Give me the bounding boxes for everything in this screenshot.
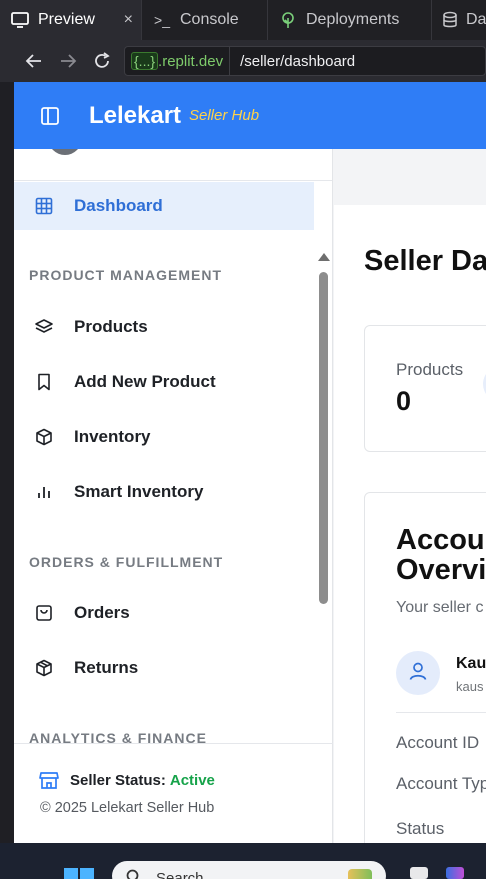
products-stat-card[interactable]: Products 0 — [364, 325, 486, 452]
status-label: Seller Status: — [70, 771, 166, 789]
reload-icon — [95, 52, 110, 68]
grid-icon — [34, 196, 54, 216]
widget-icon[interactable] — [348, 869, 372, 879]
arrow-left-icon — [25, 54, 41, 68]
address-bar: {...} .replit.dev /seller/dashboard — [0, 40, 486, 82]
os-taskbar: Search — [0, 843, 486, 879]
tab-label: Da — [466, 11, 486, 28]
arrow-right-icon — [61, 54, 77, 68]
browser-tab-bar: Preview × >_ Console Deployments Da — [0, 0, 486, 40]
card-heading-line: Overvie — [396, 554, 486, 586]
user-icon — [407, 660, 429, 687]
search-placeholder: Search — [156, 870, 204, 879]
back-button[interactable] — [17, 44, 51, 78]
replit-braces-icon: {...} — [131, 52, 159, 70]
sidebar-item-dashboard[interactable]: Dashboard — [14, 182, 314, 230]
bookmark-icon — [34, 372, 54, 392]
tab-preview[interactable]: Preview × — [0, 0, 142, 40]
url-path[interactable]: /seller/dashboard — [240, 53, 355, 70]
forward-button[interactable] — [51, 44, 85, 78]
tab-database[interactable]: Da — [432, 0, 486, 40]
taskbar-search[interactable]: Search — [112, 861, 386, 879]
page-viewport: Lelekart Seller Hub Dashboard PRODUCT MA… — [14, 82, 486, 843]
status-label: Status — [396, 819, 445, 838]
scroll-up-arrow-icon[interactable] — [318, 253, 330, 261]
tab-label: Deployments — [306, 11, 400, 28]
sidebar-toggle-icon[interactable] — [40, 106, 60, 126]
sidebar-item-label: Products — [74, 317, 148, 336]
bar-chart-icon — [34, 482, 54, 502]
console-icon: >_ — [154, 12, 170, 28]
stat-label: Products — [396, 360, 464, 379]
sidebar-item-returns[interactable]: Returns — [14, 644, 314, 692]
card-description: Your seller c status — [396, 599, 486, 616]
preview-icon — [10, 10, 30, 30]
account-id-label: Account ID — [396, 733, 480, 752]
sidebar: Dashboard PRODUCT MANAGEMENT Products Ad… — [14, 149, 333, 843]
sidebar-item-smart-inventory[interactable]: Smart Inventory — [14, 468, 314, 516]
account-overview-card: Accoun Overvie Your seller c status Kau … — [364, 492, 486, 843]
deployments-icon — [278, 10, 298, 30]
avatar — [396, 651, 440, 695]
package-return-icon — [34, 658, 54, 678]
user-email: kaus — [456, 679, 484, 694]
url-field[interactable]: {...} .replit.dev /seller/dashboard — [124, 46, 486, 76]
domain-badge[interactable]: {...} .replit.dev — [125, 47, 231, 75]
sidebar-item-products[interactable]: Products — [14, 303, 314, 351]
app-icon[interactable] — [410, 867, 428, 879]
app-icon[interactable] — [446, 867, 464, 879]
divider — [396, 712, 486, 713]
sidebar-item-label: Smart Inventory — [74, 482, 204, 501]
sidebar-item-inventory[interactable]: Inventory — [14, 413, 314, 461]
sidebar-item-label: Orders — [74, 603, 130, 622]
reload-button[interactable] — [85, 44, 119, 78]
page-title: Seller Da — [364, 245, 486, 277]
windows-start-icon[interactable] — [64, 867, 94, 879]
sidebar-footer: Seller Status: Active © 2025 Lelekart Se… — [14, 743, 333, 843]
tab-deployments[interactable]: Deployments — [268, 0, 432, 40]
section-heading: ORDERS & FULFILLMENT — [29, 554, 224, 570]
url-domain: .replit.dev — [158, 52, 224, 70]
sidebar-scrollbar-thumb[interactable] — [319, 272, 328, 604]
tab-label: Preview — [38, 11, 95, 28]
store-icon — [38, 769, 60, 791]
card-heading-line: Accoun — [396, 524, 486, 556]
database-icon — [442, 10, 458, 30]
sidebar-item-label: Add New Product — [74, 372, 216, 391]
tab-label: Console — [180, 11, 239, 28]
seller-status: Seller Status: Active — [38, 769, 215, 791]
sidebar-item-label: Inventory — [74, 427, 151, 446]
box-icon — [34, 427, 54, 447]
copyright: © 2025 Lelekart Seller Hub — [40, 800, 215, 816]
main-content: Seller Da Products 0 Accoun Overvie Your… — [334, 149, 486, 843]
sidebar-item-orders[interactable]: Orders — [14, 589, 314, 637]
divider — [14, 743, 333, 744]
avatar — [48, 149, 82, 155]
tab-console[interactable]: >_ Console — [142, 0, 268, 40]
status-badge: Active — [169, 771, 215, 789]
account-type-label: Account Typ — [396, 774, 486, 793]
user-name: Kau — [456, 655, 486, 672]
stat-value: 0 — [396, 386, 412, 416]
sidebar-item-label: Returns — [74, 658, 139, 677]
section-heading: PRODUCT MANAGEMENT — [29, 267, 222, 283]
brand-subtitle: Seller Hub — [189, 107, 260, 124]
card-heading: Accoun Overvie — [396, 525, 486, 585]
search-icon — [126, 869, 142, 879]
layers-icon — [34, 317, 54, 337]
app-header: Lelekart Seller Hub — [14, 82, 486, 149]
divider — [14, 180, 332, 181]
close-tab-icon[interactable]: × — [124, 11, 133, 29]
shopping-bag-icon — [34, 603, 54, 623]
brand-logo-text[interactable]: Lelekart — [89, 102, 181, 130]
sidebar-item-add-new-product[interactable]: Add New Product — [14, 358, 314, 406]
sidebar-item-label: Dashboard — [74, 196, 163, 215]
